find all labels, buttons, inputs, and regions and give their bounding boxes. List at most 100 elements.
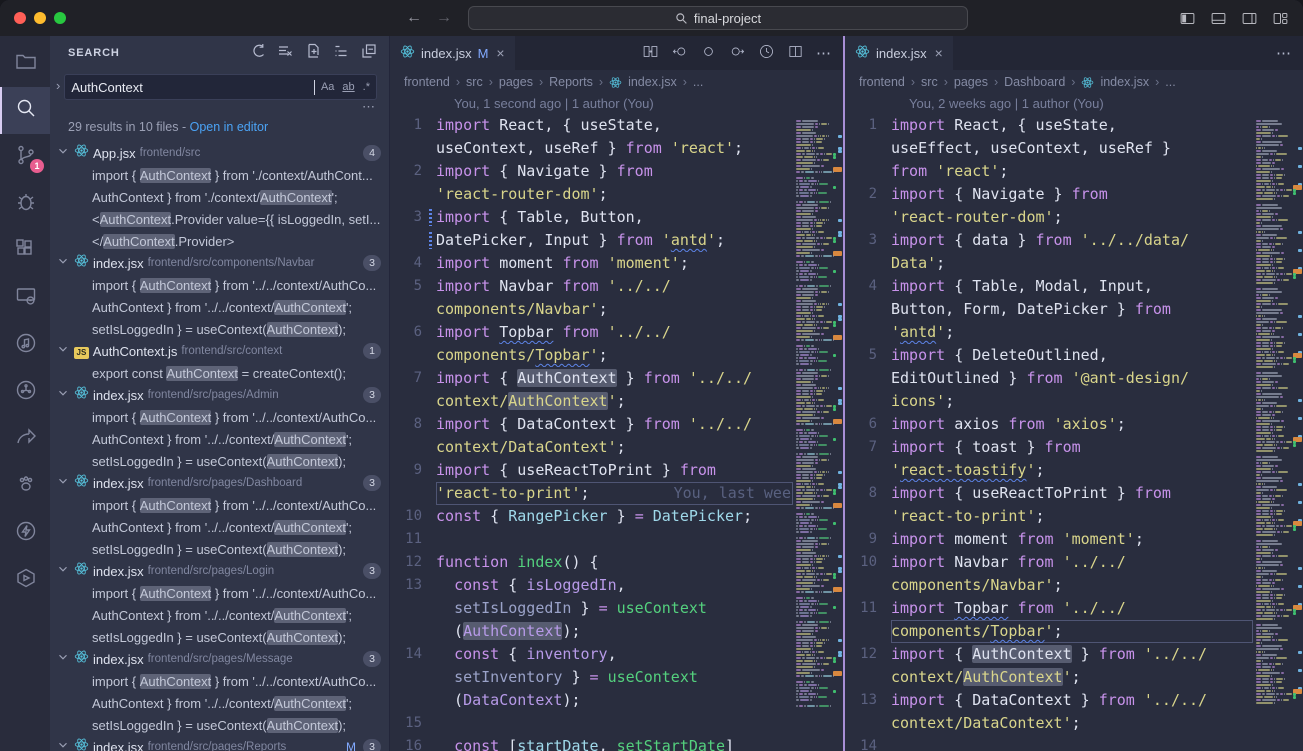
code-line[interactable]: 'react-to-print';	[845, 505, 1253, 528]
code-line[interactable]: 'react-router-dom';	[845, 206, 1253, 229]
code-line[interactable]: icons';	[845, 390, 1253, 413]
search-match-row[interactable]: AuthContext } from '../../context/AuthCo…	[50, 692, 389, 714]
activity-item-share[interactable]	[0, 416, 50, 463]
activity-item-remote-explorer[interactable]	[0, 275, 50, 322]
breadcrumb-item[interactable]: Reports	[549, 75, 593, 89]
search-match-row[interactable]: setIsLoggedIn } = useContext(AuthContext…	[50, 714, 389, 736]
code-line[interactable]: DatePicker, Input } from 'antd';	[390, 229, 793, 252]
code-line[interactable]: 5import { DeleteOutlined,	[845, 344, 1253, 367]
activity-item-live-share[interactable]	[0, 322, 50, 369]
code-line[interactable]: 15	[390, 712, 793, 735]
code-line[interactable]: 11import Topbar from '../../	[845, 597, 1253, 620]
code-line[interactable]: 8import { DataContext } from '../../	[390, 413, 793, 436]
code-line[interactable]: 'react-to-print';You, last wee	[390, 482, 793, 505]
code-line[interactable]: (DataContext);	[390, 689, 793, 712]
code-line[interactable]: 1import React, { useState,	[390, 114, 793, 137]
use-regex-toggle[interactable]: .*	[363, 82, 370, 93]
clear-search-results-icon[interactable]	[277, 43, 293, 64]
code-line[interactable]: 'antd';	[845, 321, 1253, 344]
forward-icon[interactable]: →	[436, 9, 452, 27]
code-line[interactable]: useContext, useRef } from 'react';	[390, 137, 793, 160]
search-match-row[interactable]: import { AuthContext } from '../../conte…	[50, 494, 389, 516]
breadcrumb-item[interactable]: pages	[499, 75, 533, 89]
next-change-icon[interactable]	[729, 43, 746, 64]
code-scroll[interactable]: You, 1 second ago | 1 author (You)1impor…	[390, 94, 793, 751]
search-file-row[interactable]: index.jsxfrontend/src/pages/Login3	[50, 560, 389, 582]
toggle-primary-sidebar-icon[interactable]	[1179, 10, 1196, 27]
search-match-row[interactable]: setIsLoggedIn } = useContext(AuthContext…	[50, 318, 389, 340]
code-line[interactable]: components/Navbar';	[845, 574, 1253, 597]
more-actions-icon[interactable]: ⋯	[816, 44, 831, 62]
code-line[interactable]: EditOutlined } from '@ant-design/	[845, 367, 1253, 390]
breadcrumb-item[interactable]: src	[921, 75, 938, 89]
code-line[interactable]: 'react-toastify';	[845, 459, 1253, 482]
toggle-search-details-icon[interactable]: ⋯	[362, 102, 375, 114]
breadcrumb-item[interactable]: index.jsx	[628, 75, 677, 89]
zoom-window-button[interactable]	[54, 12, 66, 24]
view-as-list-icon[interactable]	[333, 43, 349, 64]
code-line[interactable]: context/AuthContext';	[390, 390, 793, 413]
whole-word-toggle[interactable]: ab	[342, 82, 354, 93]
previous-change-icon[interactable]	[671, 43, 688, 64]
breadcrumb-item[interactable]: index.jsx	[1100, 75, 1149, 89]
breadcrumb-item[interactable]: pages	[954, 75, 988, 89]
search-file-row[interactable]: index.jsxfrontend/src/pages/ReportsM3	[50, 736, 389, 751]
open-in-editor-link[interactable]: Open in editor	[190, 120, 269, 134]
code-line[interactable]: useEffect, useContext, useRef }	[845, 137, 1253, 160]
search-match-row[interactable]: import { AuthContext } from '../../conte…	[50, 406, 389, 428]
code-line[interactable]: 7import { AuthContext } from '../../	[390, 367, 793, 390]
search-file-row[interactable]: index.jsxfrontend/src/pages/Message3	[50, 648, 389, 670]
search-match-row[interactable]: AuthContext } from '../../context/AuthCo…	[50, 604, 389, 626]
customize-layout-icon[interactable]	[1272, 10, 1289, 27]
breadcrumb[interactable]: frontend›src›pages›Reports›index.jsx›...	[390, 70, 843, 94]
search-match-row[interactable]: <AuthContext.Provider value={{ isLoggedI…	[50, 208, 389, 230]
tab-index.jsx[interactable]: index.jsxM×	[390, 36, 515, 70]
command-center-search[interactable]: final-project	[468, 6, 968, 30]
code-line[interactable]: (AuthContext);	[390, 620, 793, 643]
activity-item-thunder-client[interactable]	[0, 510, 50, 557]
search-match-row[interactable]: import { AuthContext } from '../../conte…	[50, 670, 389, 692]
search-match-row[interactable]: import { AuthContext } from '../../conte…	[50, 274, 389, 296]
code-line[interactable]: 10const { RangePicker } = DatePicker;	[390, 505, 793, 528]
code-line[interactable]: 12function index() {	[390, 551, 793, 574]
toggle-panel-icon[interactable]	[1210, 10, 1227, 27]
refresh-icon[interactable]	[249, 43, 265, 64]
code-line[interactable]: 6import Topbar from '../../	[390, 321, 793, 344]
search-file-row[interactable]: JSAuthContext.jsfrontend/src/context1	[50, 340, 389, 362]
code-line[interactable]: components/Navbar';	[390, 298, 793, 321]
close-window-button[interactable]	[14, 12, 26, 24]
code-line[interactable]: 7import { toast } from	[845, 436, 1253, 459]
code-scroll[interactable]: You, 2 weeks ago | 1 author (You)1import…	[845, 94, 1253, 751]
code-line[interactable]: 16 const [startDate, setStartDate]	[390, 735, 793, 751]
code-line[interactable]: 14 const { inventory,	[390, 643, 793, 666]
activity-item-extensions[interactable]	[0, 228, 50, 275]
toggle-replace-chevron-icon[interactable]: ›	[54, 74, 62, 97]
code-line[interactable]: 'react-router-dom';	[390, 183, 793, 206]
activity-item-database[interactable]	[0, 369, 50, 416]
code-line[interactable]: 2import { Navigate } from	[390, 160, 793, 183]
close-tab-icon[interactable]: ×	[496, 45, 504, 61]
code-line[interactable]: components/Topbar';	[390, 344, 793, 367]
search-match-row[interactable]: import { AuthContext } from './context/A…	[50, 164, 389, 186]
code-line[interactable]: 4import { Table, Modal, Input,	[845, 275, 1253, 298]
minimize-window-button[interactable]	[34, 12, 46, 24]
search-match-row[interactable]: AuthContext } from '../../context/AuthCo…	[50, 296, 389, 318]
open-new-search-editor-icon[interactable]	[305, 43, 321, 64]
open-changes-icon[interactable]	[642, 43, 659, 64]
back-icon[interactable]: ←	[406, 9, 422, 27]
activity-item-container-tools[interactable]	[0, 557, 50, 604]
close-tab-icon[interactable]: ×	[935, 45, 943, 61]
activity-item-run-debug[interactable]	[0, 181, 50, 228]
tab-index.jsx[interactable]: index.jsx×	[845, 36, 953, 70]
breadcrumb-item[interactable]: ...	[1165, 75, 1175, 89]
minimap[interactable]	[793, 120, 843, 751]
code-line[interactable]: 3import { data } from '../../data/	[845, 229, 1253, 252]
search-file-row[interactable]: index.jsxfrontend/src/components/Navbar3	[50, 252, 389, 274]
breadcrumb-item[interactable]: ...	[693, 75, 703, 89]
code-line[interactable]: 13import { DataContext } from '../../	[845, 689, 1253, 712]
search-match-row[interactable]: AuthContext } from '../../context/AuthCo…	[50, 428, 389, 450]
code-line[interactable]: context/AuthContext';	[845, 666, 1253, 689]
breadcrumb[interactable]: frontend›src›pages›Dashboard›index.jsx›.…	[845, 70, 1303, 94]
search-match-row[interactable]: import { AuthContext } from '../../conte…	[50, 582, 389, 604]
code-line[interactable]: 4import moment from 'moment';	[390, 252, 793, 275]
